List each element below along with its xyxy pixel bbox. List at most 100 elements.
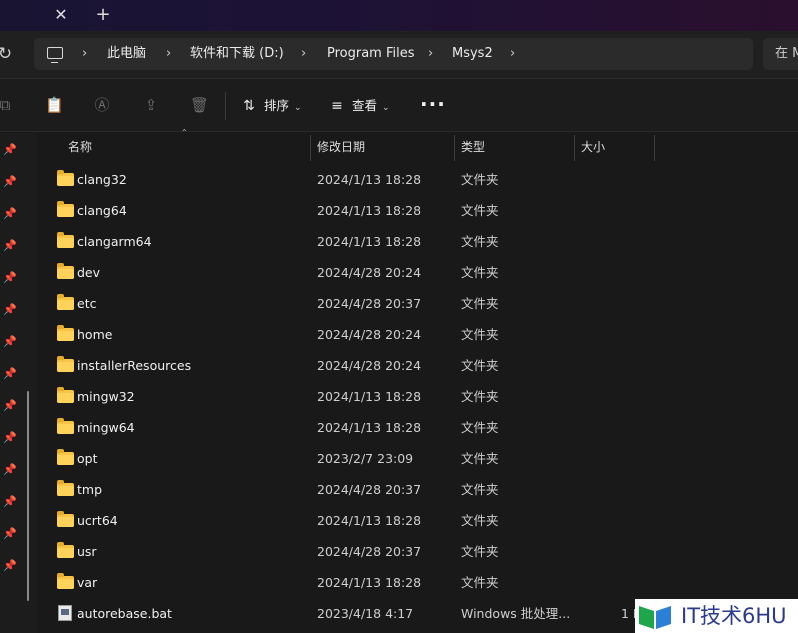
- folder-icon: [57, 201, 74, 217]
- search-input[interactable]: 在 M: [763, 38, 798, 70]
- folder-icon: [57, 294, 74, 310]
- file-date: 2024/1/13 18:28: [317, 234, 422, 249]
- file-row[interactable]: var 2024/1/13 18:28 文件夹: [37, 567, 798, 598]
- refresh-icon[interactable]: ↻: [0, 43, 16, 65]
- chevron-right-icon[interactable]: ›: [166, 38, 171, 70]
- file-row[interactable]: clang64 2024/1/13 18:28 文件夹: [37, 195, 798, 226]
- nav-scrollbar[interactable]: [27, 391, 29, 601]
- this-pc-icon[interactable]: [47, 47, 63, 63]
- pin-icon[interactable]: 📌: [3, 559, 17, 573]
- sort-button[interactable]: ⇅ 排序 ⌄: [240, 93, 302, 119]
- file-type: 文件夹: [461, 482, 499, 497]
- file-name: var: [77, 575, 98, 590]
- delete-icon[interactable]: 🗑: [190, 96, 209, 114]
- batch-file-icon: [58, 605, 72, 621]
- file-type: 文件夹: [461, 234, 499, 249]
- copy-icon[interactable]: ⧉: [0, 96, 14, 114]
- close-icon[interactable]: ✕: [49, 3, 73, 27]
- file-type: 文件夹: [461, 203, 499, 218]
- column-header-size[interactable]: 大小: [581, 133, 605, 161]
- pin-icon[interactable]: 📌: [3, 431, 17, 445]
- file-name: tmp: [77, 482, 103, 497]
- file-date: 2024/1/13 18:28: [317, 389, 422, 404]
- new-tab-plus-icon[interactable]: +: [91, 3, 115, 27]
- column-divider[interactable]: [574, 135, 575, 161]
- column-divider[interactable]: [310, 135, 311, 161]
- pin-icon[interactable]: 📌: [3, 335, 17, 349]
- pin-icon[interactable]: 📌: [3, 303, 17, 317]
- sort-icon: ⇅: [243, 98, 255, 114]
- file-row[interactable]: tmp 2024/4/28 20:37 文件夹: [37, 474, 798, 505]
- chevron-right-icon[interactable]: ›: [82, 38, 87, 70]
- file-name: mingw32: [77, 389, 135, 404]
- file-row[interactable]: etc 2024/4/28 20:37 文件夹: [37, 288, 798, 319]
- file-row[interactable]: opt 2023/2/7 23:09 文件夹: [37, 443, 798, 474]
- folder-icon: [57, 573, 74, 589]
- breadcrumb-program-files[interactable]: Program Files: [327, 38, 415, 70]
- view-icon: ≡: [331, 98, 343, 114]
- pin-icon[interactable]: 📌: [3, 527, 17, 541]
- file-date: 2024/1/13 18:28: [317, 575, 422, 590]
- file-date: 2024/4/28 20:24: [317, 327, 422, 342]
- breadcrumb-this-pc[interactable]: 此电脑: [107, 38, 146, 70]
- file-type: 文件夹: [461, 358, 499, 373]
- share-icon[interactable]: ⇪: [142, 96, 160, 114]
- pin-icon[interactable]: 📌: [3, 271, 17, 285]
- file-type: 文件夹: [461, 172, 499, 187]
- folder-icon: [57, 542, 74, 558]
- folder-icon: [57, 449, 74, 465]
- file-name: usr: [77, 544, 97, 559]
- column-header-date[interactable]: 修改日期: [317, 133, 365, 161]
- column-divider[interactable]: [654, 135, 655, 161]
- chevron-down-icon: ⌄: [294, 103, 302, 113]
- view-button[interactable]: ≡ 查看 ⌄: [328, 93, 389, 119]
- column-divider[interactable]: [454, 135, 455, 161]
- file-type: 文件夹: [461, 420, 499, 435]
- file-row[interactable]: dev 2024/4/28 20:24 文件夹: [37, 257, 798, 288]
- file-row[interactable]: usr 2024/4/28 20:37 文件夹: [37, 536, 798, 567]
- file-row[interactable]: mingw64 2024/1/13 18:28 文件夹: [37, 412, 798, 443]
- file-row[interactable]: home 2024/4/28 20:24 文件夹: [37, 319, 798, 350]
- pin-icon[interactable]: 📌: [3, 207, 17, 221]
- tab-bar: ✕ +: [0, 0, 798, 31]
- column-header-name[interactable]: 名称: [68, 133, 92, 161]
- file-name: clang64: [77, 203, 127, 218]
- file-row[interactable]: installerResources 2024/4/28 20:24 文件夹: [37, 350, 798, 381]
- address-bar[interactable]: › 此电脑 › 软件和下载 (D:) › Program Files › Msy…: [34, 38, 753, 70]
- watermark: IT技术6HU: [635, 599, 798, 633]
- watermark-text: IT技术6HU: [681, 604, 787, 628]
- folder-icon: [57, 480, 74, 496]
- file-type: 文件夹: [461, 575, 499, 590]
- paste-icon[interactable]: 📋: [45, 96, 64, 114]
- breadcrumb-msys2[interactable]: Msys2: [452, 38, 493, 70]
- pin-icon[interactable]: 📌: [3, 399, 17, 413]
- file-date: 2023/4/18 4:17: [317, 606, 414, 621]
- file-date: 2024/4/28 20:37: [317, 482, 422, 497]
- pin-icon[interactable]: 📌: [3, 239, 17, 253]
- file-row[interactable]: ucrt64 2024/1/13 18:28 文件夹: [37, 505, 798, 536]
- chevron-right-icon[interactable]: ›: [510, 38, 515, 70]
- more-options-button[interactable]: ···: [420, 93, 445, 119]
- pin-icon[interactable]: 📌: [3, 175, 17, 189]
- pin-icon[interactable]: 📌: [3, 367, 17, 381]
- file-date: 2024/4/28 20:37: [317, 296, 422, 311]
- folder-icon: [57, 232, 74, 248]
- chevron-right-icon[interactable]: ›: [428, 38, 433, 70]
- file-name: opt: [77, 451, 98, 466]
- file-date: 2024/1/13 18:28: [317, 203, 422, 218]
- file-row[interactable]: mingw32 2024/1/13 18:28 文件夹: [37, 381, 798, 412]
- chevron-right-icon[interactable]: ›: [301, 38, 306, 70]
- pin-icon[interactable]: 📌: [3, 143, 17, 157]
- column-header-type[interactable]: 类型: [461, 133, 485, 161]
- breadcrumb-drive-d[interactable]: 软件和下载 (D:): [190, 38, 284, 70]
- file-row[interactable]: clang32 2024/1/13 18:28 文件夹: [37, 164, 798, 195]
- pin-icon[interactable]: 📌: [3, 463, 17, 477]
- file-name: etc: [77, 296, 97, 311]
- file-list: clang32 2024/1/13 18:28 文件夹 clang64 2024…: [37, 164, 798, 629]
- file-row[interactable]: clangarm64 2024/1/13 18:28 文件夹: [37, 226, 798, 257]
- view-label: 查看: [352, 98, 378, 113]
- pin-icon[interactable]: 📌: [3, 495, 17, 509]
- rename-icon[interactable]: Ⓐ: [93, 96, 111, 114]
- file-type: 文件夹: [461, 451, 499, 466]
- folder-icon: [57, 325, 74, 341]
